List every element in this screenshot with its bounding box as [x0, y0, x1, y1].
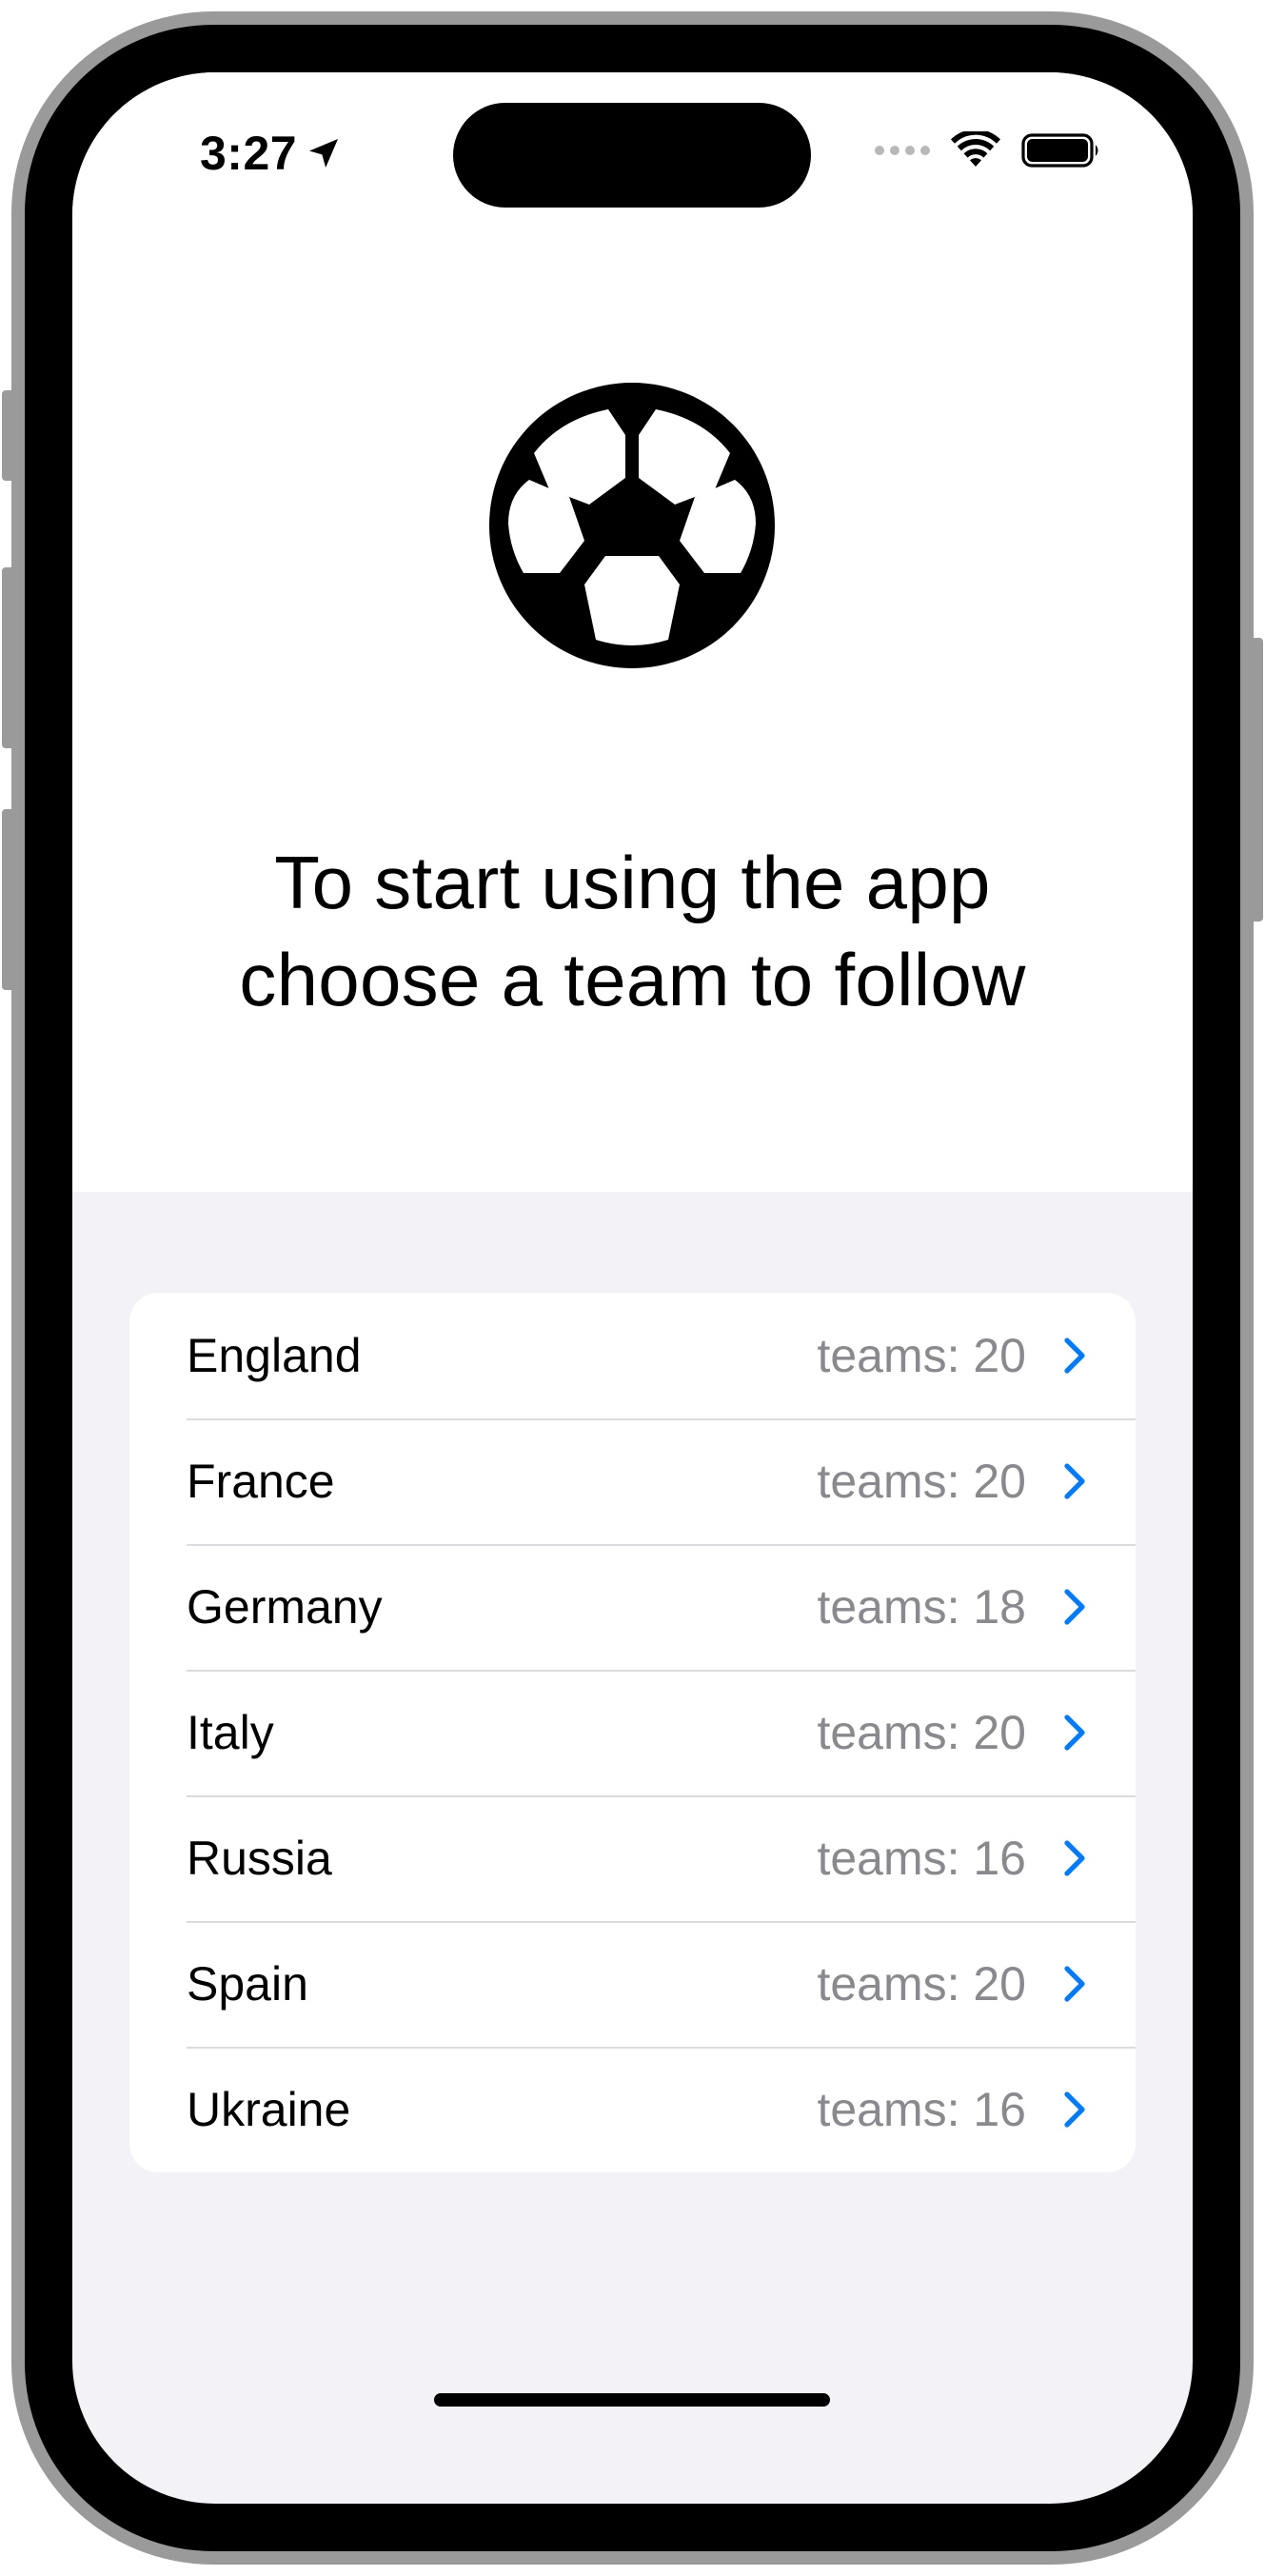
- team-count: teams: 20: [817, 1329, 1026, 1382]
- chevron-right-icon: [1064, 2091, 1085, 2128]
- soccer-ball-icon: [489, 383, 775, 668]
- home-indicator[interactable]: [434, 2393, 830, 2407]
- team-count: teams: 16: [817, 2083, 1026, 2136]
- chevron-right-icon: [1064, 1338, 1085, 1374]
- chevron-right-icon: [1064, 1589, 1085, 1625]
- wifi-icon: [951, 131, 1000, 167]
- power-button: [1250, 638, 1263, 921]
- header-area: 3:27 To start using the app choose a tea…: [72, 72, 1193, 1192]
- league-row-france[interactable]: France teams: 20: [129, 1418, 1136, 1544]
- action-button: [2, 390, 15, 481]
- team-count: teams: 20: [817, 1455, 1026, 1508]
- status-bar-indicators: [875, 131, 1101, 169]
- league-name: Italy: [187, 1706, 274, 1759]
- league-name: England: [187, 1329, 362, 1382]
- league-name: France: [187, 1455, 335, 1508]
- team-count: teams: 16: [817, 1832, 1026, 1885]
- league-name: Germany: [187, 1580, 383, 1634]
- team-count: teams: 18: [817, 1580, 1026, 1634]
- league-row-spain[interactable]: Spain teams: 20: [129, 1921, 1136, 2047]
- chevron-right-icon: [1064, 1966, 1085, 2002]
- league-name: Ukraine: [187, 2083, 351, 2136]
- chevron-right-icon: [1064, 1714, 1085, 1751]
- league-row-germany[interactable]: Germany teams: 18: [129, 1544, 1136, 1670]
- league-name: Russia: [187, 1832, 332, 1885]
- battery-icon: [1021, 133, 1098, 168]
- volume-down-button: [2, 809, 15, 990]
- headline-line-1: To start using the app: [274, 841, 991, 924]
- league-list: England teams: 20 France teams: 20 Germa…: [129, 1293, 1136, 2172]
- league-row-russia[interactable]: Russia teams: 16: [129, 1795, 1136, 1921]
- status-bar-time: 3:27: [200, 126, 343, 181]
- headline-line-2: choose a team to follow: [239, 938, 1026, 1021]
- dynamic-island: [453, 103, 811, 208]
- league-row-england[interactable]: England teams: 20: [129, 1293, 1136, 1418]
- volume-up-button: [2, 567, 15, 748]
- team-count: teams: 20: [817, 1957, 1026, 2011]
- status-time-label: 3:27: [200, 127, 298, 180]
- location-arrow-icon: [309, 139, 339, 168]
- chevron-right-icon: [1064, 1463, 1085, 1499]
- team-count: teams: 20: [817, 1706, 1026, 1759]
- cellular-signal-icon: [875, 146, 930, 155]
- onboarding-headline: To start using the app choose a team to …: [72, 834, 1193, 1028]
- chevron-right-icon: [1064, 1840, 1085, 1876]
- league-row-ukraine[interactable]: Ukraine teams: 16: [129, 2047, 1136, 2172]
- screen: 3:27 To start using the app choose a tea…: [72, 72, 1193, 2504]
- league-row-italy[interactable]: Italy teams: 20: [129, 1670, 1136, 1795]
- league-name: Spain: [187, 1957, 308, 2011]
